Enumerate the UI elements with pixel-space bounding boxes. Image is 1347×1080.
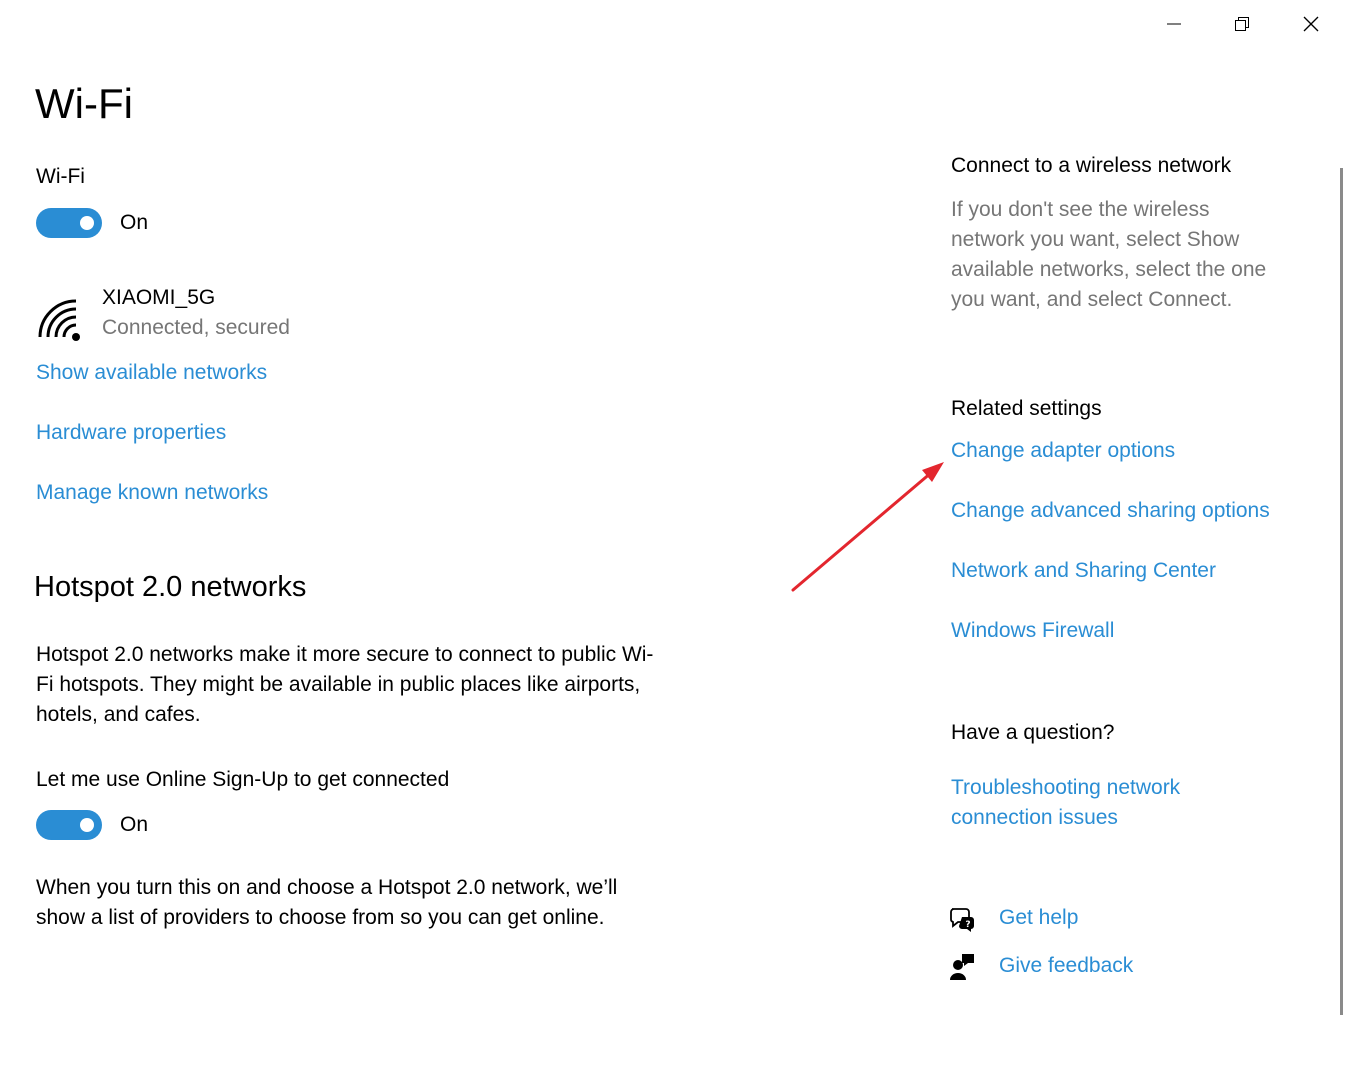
hotspot-description-line: Hotspot 2.0 networks make it more secure… [36,643,654,666]
connect-help-line: If you don't see the wireless [951,198,1210,221]
wifi-toggle[interactable] [36,208,102,238]
windows-firewall-link[interactable]: Windows Firewall [951,619,1114,643]
page-title: Wi-Fi [35,80,133,127]
online-signup-toggle[interactable] [36,810,102,840]
hotspot-description-line: hotels, and cafes. [36,703,201,726]
connect-help-line: you want, and select Connect. [951,288,1233,311]
give-feedback-link: Give feedback [999,954,1134,977]
network-item[interactable]: XIAOMI_5G Connected, secured [36,284,356,346]
change-advanced-sharing-options-link[interactable]: Change advanced sharing options [951,499,1270,523]
online-signup-toggle-state: On [120,813,149,836]
feedback-person-icon [950,954,974,980]
have-a-question-heading: Have a question? [951,721,1115,744]
connect-help-text: If you don't see the wireless network yo… [951,195,1266,315]
troubleshooting-link-line: connection issues [951,806,1118,829]
give-feedback-item[interactable]: Give feedback [949,951,1149,985]
toggle-knob [80,216,94,230]
hotspot-description: Hotspot 2.0 networks make it more secure… [36,640,653,730]
toggle-knob [80,818,94,832]
wifi-signal-icon [38,299,80,341]
troubleshooting-link[interactable]: Troubleshooting network connection issue… [951,773,1180,833]
minimize-button[interactable] [1151,0,1197,48]
close-icon [1303,16,1319,32]
svg-text:?: ? [965,920,970,930]
network-and-sharing-center-link[interactable]: Network and Sharing Center [951,559,1216,583]
hardware-properties-link[interactable]: Hardware properties [36,421,226,445]
hotspot-heading: Hotspot 2.0 networks [34,571,307,603]
network-name: XIAOMI_5G [102,286,216,309]
scrollbar[interactable] [1340,168,1343,1015]
hotspot-description-line: Fi hotspots. They might be available in … [36,673,641,696]
close-button[interactable] [1288,0,1334,48]
get-help-link: Get help [999,906,1079,929]
wifi-label: Wi-Fi [36,165,85,188]
online-signup-note: When you turn this on and choose a Hotsp… [36,873,617,933]
minimize-icon [1167,23,1181,25]
network-status: Connected, secured [102,316,290,339]
connect-heading: Connect to a wireless network [951,154,1232,177]
change-adapter-options-link[interactable]: Change adapter options [951,439,1175,463]
manage-known-networks-link[interactable]: Manage known networks [36,481,268,505]
troubleshooting-link-line: Troubleshooting network [951,776,1181,799]
get-help-item[interactable]: ? Get help [949,903,1109,937]
chat-question-icon: ? [950,908,974,932]
online-signup-label: Let me use Online Sign-Up to get connect… [36,768,450,791]
restore-button[interactable] [1219,0,1265,48]
connect-help-line: network you want, select Show [951,228,1240,251]
wifi-toggle-state: On [120,211,149,234]
restore-icon [1235,17,1249,31]
show-available-networks-link[interactable]: Show available networks [36,361,267,385]
connect-help-line: available networks, select the one [951,258,1267,281]
online-signup-note-line: When you turn this on and choose a Hotsp… [36,876,618,899]
related-settings-heading: Related settings [951,397,1102,420]
online-signup-note-line: show a list of providers to choose from … [36,906,605,929]
